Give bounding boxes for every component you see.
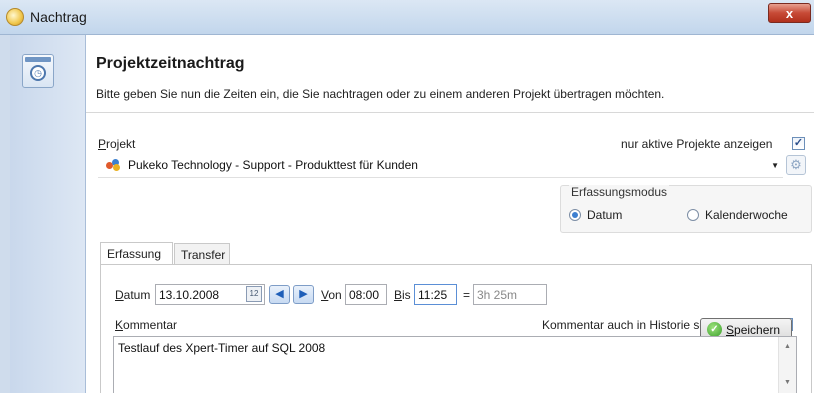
scroll-down-icon[interactable]: ▼ (779, 375, 796, 391)
capture-mode-group: Erfassungsmodus Datum Kalenderwoche (560, 185, 812, 233)
only-active-checkbox[interactable]: ✓ (792, 137, 805, 150)
calendar-icon[interactable]: 12 (246, 286, 262, 302)
to-label: Bis (394, 288, 411, 302)
chevron-down-icon[interactable]: ▼ (771, 161, 779, 170)
from-label: Von (321, 288, 342, 302)
scroll-up-icon[interactable]: ▲ (779, 339, 796, 355)
title-bar: Nachtrag x (0, 0, 814, 35)
duration-field: 3h 25m (473, 284, 547, 305)
page-subtitle: Bitte geben Sie nun die Zeiten ein, die … (96, 87, 665, 101)
save-button-label: Speichern (726, 323, 781, 337)
project-icon (106, 159, 120, 171)
date-label: Datum (115, 288, 151, 302)
project-label: Projekt (98, 137, 136, 151)
tab-erfassung[interactable]: Erfassung (100, 242, 173, 265)
next-day-button[interactable]: ▶ (293, 285, 314, 304)
project-settings-button[interactable]: ⚙ (786, 155, 806, 175)
project-select[interactable]: Pukeko Technology - Support - Produkttes… (98, 155, 783, 178)
to-time-input[interactable]: 11:25 (414, 284, 457, 305)
header-divider (86, 112, 814, 113)
mode-radio-datum[interactable] (569, 209, 581, 221)
page-title: Projektzeitnachtrag (96, 55, 245, 72)
clock-icon: ◷ (30, 65, 46, 81)
from-time-input[interactable]: 08:00 (345, 284, 387, 305)
clock-calendar-icon: ◷ (22, 54, 54, 88)
mode-radio-datum-label: Datum (587, 208, 623, 222)
app-icon (6, 8, 24, 26)
sidebar: ◷ (10, 35, 86, 393)
comment-text: Testlauf des Xpert-Timer auf SQL 2008 (118, 341, 326, 355)
tab-transfer[interactable]: Transfer (174, 243, 230, 264)
previous-day-button[interactable]: ◀ (269, 285, 290, 304)
only-active-label: nur aktive Projekte anzeigen (621, 137, 773, 151)
capture-mode-label: Erfassungsmodus (569, 185, 670, 199)
close-button[interactable]: x (768, 3, 811, 23)
check-circle-icon: ✓ (707, 322, 722, 337)
main-content: Projektzeitnachtrag Bitte geben Sie nun … (86, 35, 814, 393)
comment-label: Kommentar (115, 318, 178, 332)
equals-sign: = (463, 288, 471, 302)
comment-scrollbar[interactable]: ▲ ▼ (778, 337, 796, 393)
project-select-value: Pukeko Technology - Support - Produkttes… (128, 158, 418, 172)
comment-textarea[interactable]: Testlauf des Xpert-Timer auf SQL 2008 ▲ … (113, 336, 797, 393)
window-title: Nachtrag (30, 9, 87, 25)
mode-radio-kalenderwoche[interactable] (687, 209, 699, 221)
mode-radio-kalenderwoche-label: Kalenderwoche (705, 208, 788, 222)
